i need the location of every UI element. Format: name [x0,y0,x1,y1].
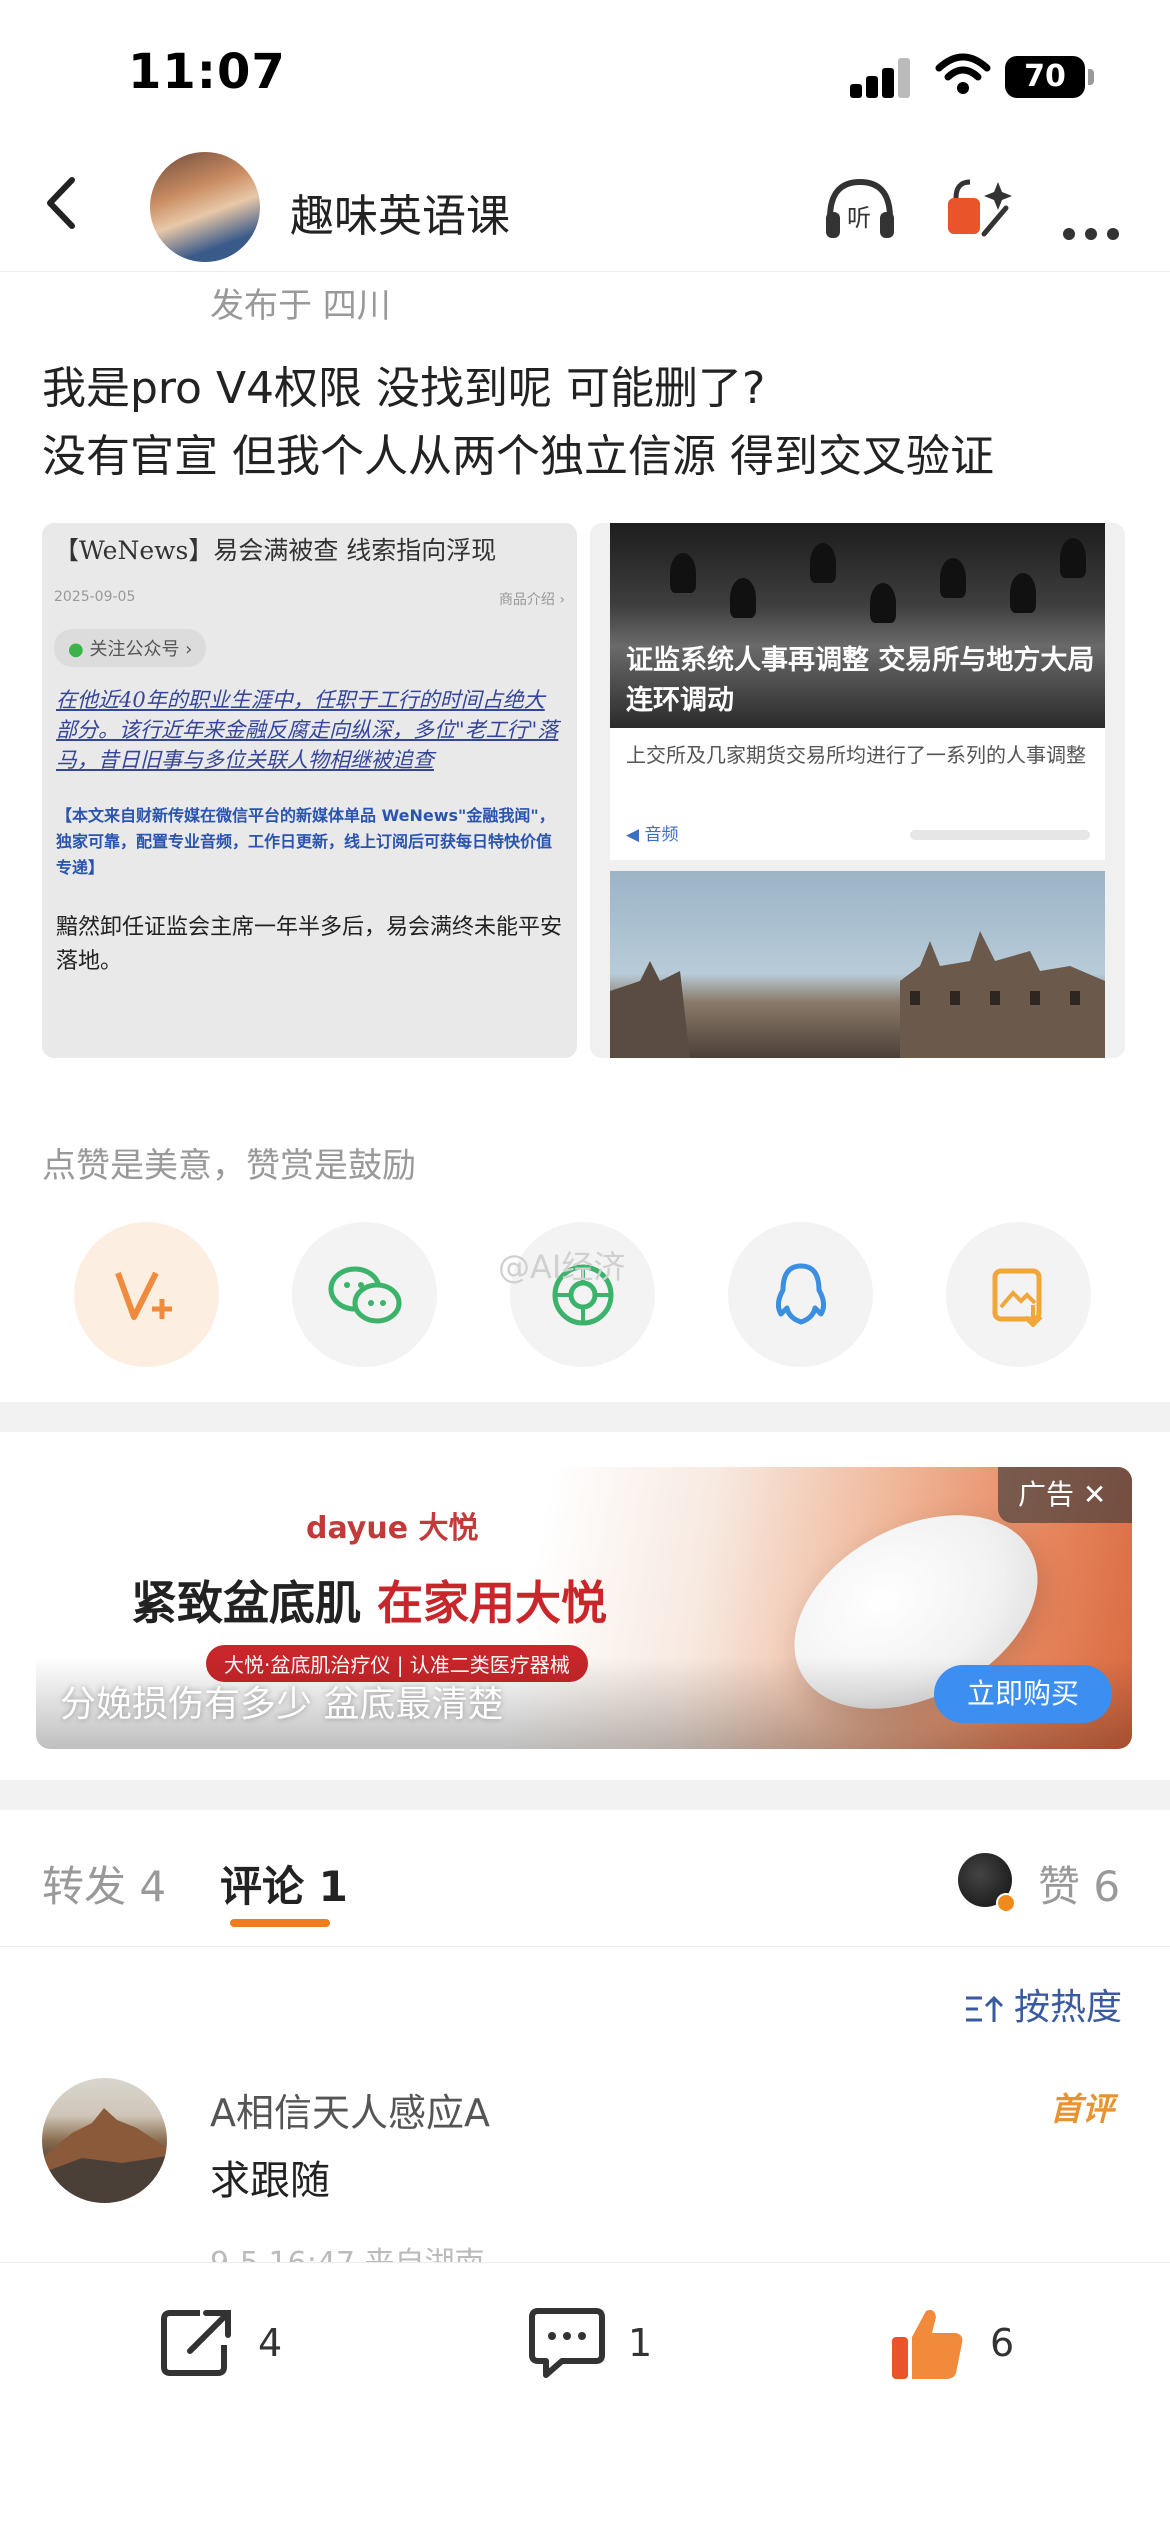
post-image-news[interactable]: 证监系统人事再调整 交易所与地方大局连环调动 上交所及几家期货交易所均进行了一系… [590,523,1125,1058]
thumbs-up-icon [892,2309,963,2379]
ad-headline-black: 紧致盆底肌 [131,1576,378,1630]
ad-caption: 分娩损伤有多少 盆底最清楚 [60,1684,504,1725]
follow-account-label: 关注公众号 › [89,639,193,660]
follow-account-button: ● 关注公众号 › [54,629,207,667]
news-subtitle: 上交所及几家期货交易所均进行了一系列的人事调整 [626,743,1086,767]
news-title: 证监系统人事再调整 交易所与地方大局连环调动 [626,645,1095,716]
comment-count: 1 [628,2321,653,2365]
article-paragraph: 在他近40年的职业生涯中，任职于工行的时间占绝大部分。该行近年来金融反腐走向纵深… [56,688,559,772]
section-divider [0,1402,1170,1432]
audio-progress-bar [910,830,1090,840]
section-divider [0,1780,1170,1810]
mountain-image [42,2108,167,2203]
reward-button[interactable] [74,1222,219,1367]
save-image-button[interactable] [946,1222,1091,1367]
author-avatar[interactable] [150,152,260,262]
first-comment-badge: 首评 [1050,2090,1115,2128]
qq-share-button[interactable] [728,1222,873,1367]
weibo-watermark: @AI经济 [498,1248,626,1286]
wechat-icon [328,1266,401,1323]
wifi-icon [935,53,991,94]
reward-v-icon [114,1271,172,1320]
interaction-tabs: 转发 4 评论 1 赞 6 [0,1815,1170,1947]
back-icon[interactable] [30,168,100,238]
ad-banner[interactable]: dayue 大悦 紧致盆底肌 在家用大悦 大悦·盆底肌治疗仪 | 认准二类医疗器… [36,1467,1132,1749]
like-button[interactable]: 6 [888,2303,1014,2383]
sort-button[interactable]: 按热度 [964,1978,1122,2030]
buy-now-button[interactable]: 立即购买 [934,1665,1112,1723]
article-product-intro: 商品介绍 › [498,592,565,608]
tab-likes[interactable]: 赞 6 [1038,1853,1120,1914]
post-image-article[interactable]: 【WeNews】易会满被查 线索指向浮现 2025-09-05 商品介绍 › ●… [42,523,577,1058]
battery-icon: 70 [1005,56,1085,98]
posted-location: 发布于 四川 [210,286,391,326]
repost-count: 4 [258,2321,283,2365]
article-meta: 2025-09-05 商品介绍 › [42,567,577,609]
author-name[interactable]: 趣味英语课 [290,180,510,244]
audio-label: ◀ 音频 [626,820,678,845]
comment-text: 求跟随 [210,2158,330,2204]
tab-comments[interactable]: 评论 1 [220,1853,348,1914]
liker-badge [996,1893,1016,1913]
repost-button[interactable]: 4 [160,2303,282,2383]
ad-close-badge[interactable]: 广告 ✕ [998,1467,1132,1523]
repost-icon [161,2310,231,2376]
status-bar: 11:07 70 [0,0,1170,140]
comment-icon [529,2308,605,2378]
status-time: 11:07 [128,44,286,100]
qq-icon [775,1263,826,1324]
speaker-icon: ◀ [626,825,640,845]
comment-button[interactable]: 1 [528,2303,652,2383]
article-paragraph: 【本文来自财新传媒在微信平台的新媒体单品 WeNews"金融我闻"，独家可靠，配… [56,806,555,877]
ad-headline-red: 在家用大悦 [377,1576,608,1630]
sort-label: 按热度 [1014,1987,1123,2028]
news-cover-image: 证监系统人事再调整 交易所与地方大局连环调动 [610,523,1105,728]
bottom-action-bar: 4 1 6 [0,2262,1170,2532]
audio-label-text: 音频 [644,825,679,845]
article-date: 2025-09-05 [54,589,136,605]
tab-reposts[interactable]: 转发 4 [42,1853,166,1914]
city-photo [610,871,1105,1058]
sort-icon [966,1995,1004,2022]
building-silhouette [610,931,1105,1058]
wechat-share-button[interactable] [292,1222,437,1367]
wechat-small-icon: ● [68,639,84,660]
commenter-name[interactable]: A相信天人感应A [210,2082,490,2137]
signal-icon [850,58,912,98]
listen-label: 听 [847,204,871,232]
article-paragraph: 黯然卸任证监会主席一年半多后，易会满终未能平安落地。 [56,915,563,974]
top-nav: 趣味英语课 听 [0,140,1170,272]
post-text: 我是pro V4权限 没找到呢 可能删了? 没有官宣 但我个人从两个独立信源 得… [42,355,1132,491]
battery-cap [1088,69,1094,85]
ai-summary-icon[interactable] [940,168,1020,248]
ad-brand: dayue 大悦 [306,1511,479,1546]
commenter-avatar[interactable] [42,2078,167,2203]
ad-headline: 紧致盆底肌 在家用大悦 [131,1567,607,1633]
save-image-icon [992,1268,1042,1327]
like-count: 6 [990,2321,1015,2365]
more-icon[interactable] [1055,168,1135,248]
comment-meta: 9-5 16:47 来自湖南 [210,2238,485,2262]
reward-hint: 点赞是美意，赞赏是鼓励 [42,1146,416,1186]
article-headline: 【WeNews】易会满被查 线索指向浮现 [54,536,497,565]
post-text-line: 我是pro V4权限 没找到呢 可能删了? [42,363,766,414]
listen-icon[interactable]: 听 [820,168,900,248]
post-text-line: 没有官宣 但我个人从两个独立信源 得到交叉验证 [42,431,994,482]
news-card-body: 上交所及几家期货交易所均进行了一系列的人事调整 ◀ 音频 [610,728,1105,860]
tab-active-indicator [230,1919,330,1927]
